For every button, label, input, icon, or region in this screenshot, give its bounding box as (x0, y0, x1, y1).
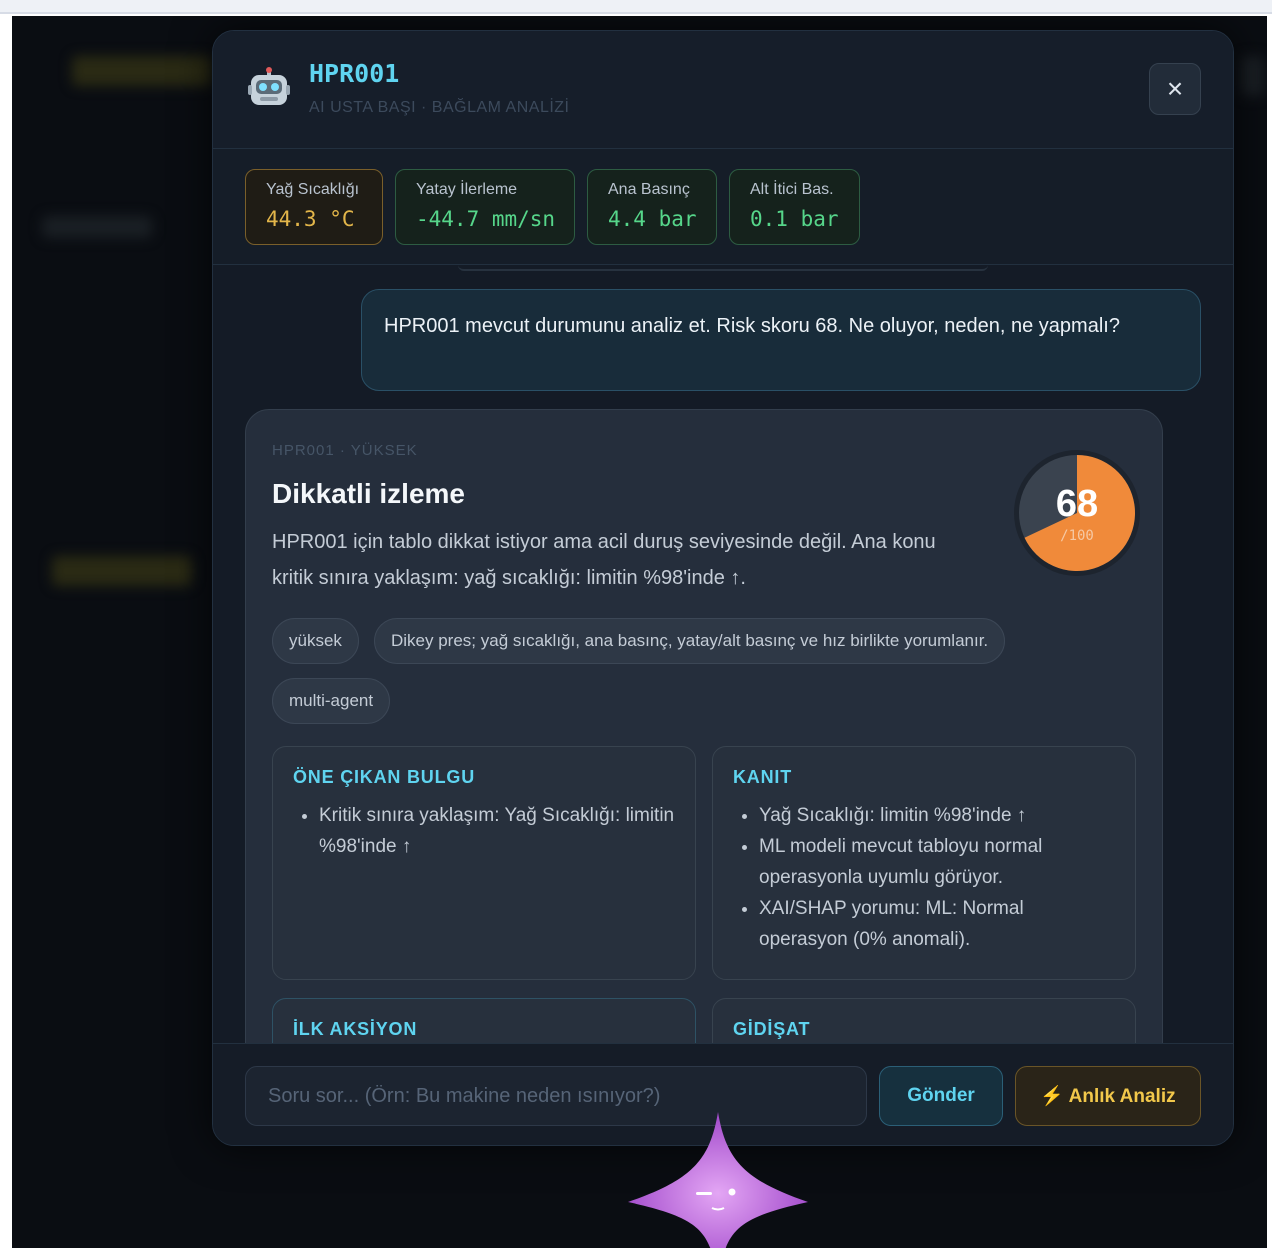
risk-score-max: /100 (1060, 528, 1094, 544)
panel-title: İLK AKSİYON (293, 1019, 418, 1039)
tag-severity: yüksek (272, 618, 359, 664)
metric-label: Alt İtici Bas. (750, 181, 834, 198)
background-blur-item (42, 216, 152, 238)
tag-multi-agent: multi-agent (272, 678, 391, 724)
metric-value: 44.3 °C (266, 207, 355, 231)
metric-label: Yağ Sıcaklığı (266, 181, 360, 198)
close-button[interactable]: × (1149, 63, 1201, 115)
background-blur-item (52, 556, 192, 586)
modal-subtitle: AI USTA BAŞI · BAĞLAM ANALİZİ (309, 99, 570, 116)
metrics-bar: Yağ Sıcaklığı 44.3 °C Yatay İlerleme -44… (213, 149, 1233, 265)
tag-context: Dikey pres; yağ sıcaklığı, ana basınç, y… (374, 618, 1006, 664)
metric-label: Yatay İlerleme (416, 181, 518, 198)
list-item: XAI/SHAP yorumu: ML: Normal operasyon (0… (759, 893, 1115, 955)
mascot-star-icon[interactable] (626, 1110, 810, 1248)
close-icon: × (1166, 73, 1184, 104)
metric-value: -44.7 mm/sn (416, 207, 556, 231)
background-blur-item (1240, 56, 1264, 96)
risk-score-gauge: 68 /100 (1014, 450, 1140, 576)
response-meta: HPR001 · YÜKSEK (272, 442, 418, 459)
panel-title: GİDİŞAT (733, 1019, 811, 1039)
metric-main-pressure: Ana Basınç 4.4 bar (587, 169, 717, 245)
background-blur-item (72, 56, 212, 86)
metric-value: 0.1 bar (750, 207, 839, 231)
app-backdrop: HPR001 AI USTA BAŞI · BAĞLAM ANALİZİ × Y… (12, 16, 1267, 1248)
metric-oil-temperature: Yağ Sıcaklığı 44.3 °C (245, 169, 383, 245)
previous-message-edge (458, 265, 988, 271)
list-item: ML modeli mevcut tabloyu normal operasyo… (759, 831, 1115, 893)
response-summary: HPR001 için tablo dikkat istiyor ama aci… (272, 531, 936, 589)
machine-title: HPR001 (309, 59, 400, 88)
panel-title: ÖNE ÇIKAN BULGU (293, 767, 475, 787)
metric-label: Ana Basınç (608, 181, 690, 198)
metric-bottom-ejector-pressure: Alt İtici Bas. 0.1 bar (729, 169, 860, 245)
instant-analysis-button[interactable]: ⚡ Anlık Analiz (1015, 1066, 1201, 1126)
browser-top-edge (0, 0, 1272, 14)
panel-evidence: KANIT Yağ Sıcaklığı: limitin %98'inde ↑ … (712, 746, 1136, 980)
chat-scroll-area[interactable]: HPR001 mevcut durumunu analiz et. Risk s… (213, 265, 1233, 1043)
panel-trend: GİDİŞAT (712, 998, 1136, 1043)
send-button[interactable]: Gönder (879, 1066, 1003, 1126)
robot-icon (248, 67, 290, 105)
ai-response-card: HPR001 · YÜKSEK Dikkatli izleme HPR001 i… (245, 409, 1163, 1043)
panel-first-action: İLK AKSİYON (272, 998, 696, 1043)
panel-highlight: ÖNE ÇIKAN BULGU Kritik sınıra yaklaşım: … (272, 746, 696, 980)
metric-horizontal-feed: Yatay İlerleme -44.7 mm/sn (395, 169, 575, 245)
panel-title: KANIT (733, 767, 792, 787)
metric-value: 4.4 bar (608, 207, 697, 231)
response-title: Dikkatli izleme (272, 478, 465, 509)
ai-assistant-modal: HPR001 AI USTA BAŞI · BAĞLAM ANALİZİ × Y… (212, 30, 1234, 1146)
modal-header: HPR001 AI USTA BAŞI · BAĞLAM ANALİZİ × (213, 31, 1233, 149)
user-message: HPR001 mevcut durumunu analiz et. Risk s… (361, 289, 1201, 391)
list-item: Kritik sınıra yaklaşım: Yağ Sıcaklığı: l… (319, 800, 675, 862)
list-item: Yağ Sıcaklığı: limitin %98'inde ↑ (759, 800, 1115, 831)
risk-score-value: 68 (1056, 483, 1098, 525)
